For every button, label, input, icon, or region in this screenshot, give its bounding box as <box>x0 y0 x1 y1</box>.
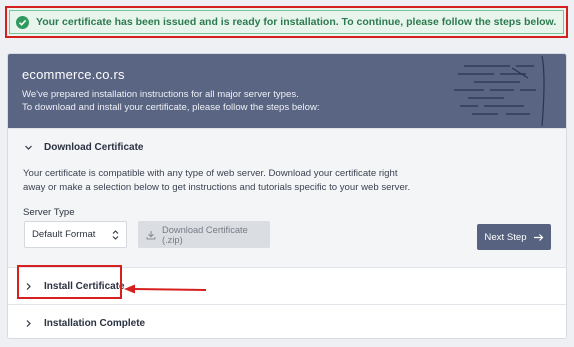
download-section-header[interactable]: Download Certificate <box>8 129 566 165</box>
complete-section[interactable]: Installation Complete <box>8 304 566 338</box>
install-highlight-box <box>17 265 122 299</box>
download-section-title: Download Certificate <box>44 141 144 153</box>
server-type-label: Server Type <box>23 207 75 218</box>
success-banner-highlight: Your certificate has been issued and is … <box>5 6 568 38</box>
next-step-button[interactable]: Next Step <box>477 224 551 250</box>
download-icon <box>146 230 156 240</box>
description-line-1: Your certificate is compatible with any … <box>23 168 398 179</box>
annotation-arrow-icon <box>124 284 207 294</box>
download-certificate-button[interactable]: Download Certificate (.zip) <box>138 221 270 248</box>
chevron-right-icon <box>22 317 34 329</box>
check-circle-icon <box>16 15 29 29</box>
decorative-lines-icon <box>454 56 545 126</box>
chevron-updown-icon <box>112 230 119 240</box>
next-step-label: Next Step <box>484 231 527 243</box>
complete-section-title: Installation Complete <box>44 317 146 329</box>
server-type-value: Default Format <box>32 229 96 240</box>
complete-section-header[interactable]: Installation Complete <box>8 305 566 338</box>
description-line-2: away or make a selection below to get in… <box>23 182 411 193</box>
chevron-down-icon <box>22 141 34 153</box>
download-button-label: Download Certificate (.zip) <box>162 224 248 245</box>
banner-message: Your certificate has been issued and is … <box>36 16 557 28</box>
card-header: ecommerce.co.rs We've prepared installat… <box>8 54 566 128</box>
server-type-select[interactable]: Default Format <box>24 221 127 248</box>
success-banner: Your certificate has been issued and is … <box>9 10 564 34</box>
arrow-right-icon <box>533 233 544 242</box>
